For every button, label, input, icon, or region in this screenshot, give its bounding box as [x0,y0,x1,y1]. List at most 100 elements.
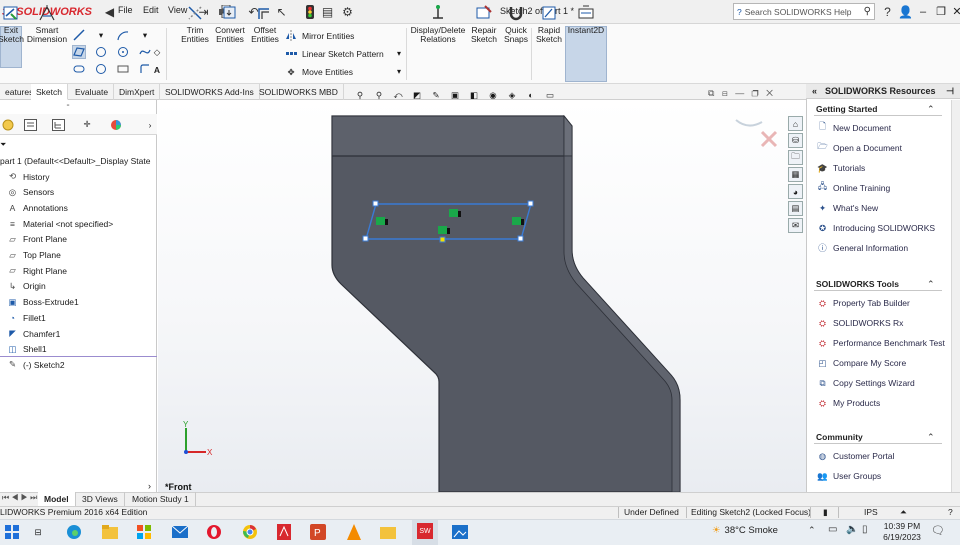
search-input[interactable]: ? Search SOLIDWORKS Help ⚲ [733,3,875,20]
dimxpert-manager-icon[interactable]: ✛ [79,117,95,132]
tree-item[interactable]: ◎ Sensors [6,185,54,200]
task-pane-link[interactable]: ⛭ Property Tab Builder [816,296,910,310]
tree-item[interactable]: ▱ Right Plane [6,263,67,278]
zoom-to-area-icon[interactable]: ⚲ [371,87,387,103]
task-pane-scrollbar[interactable] [951,100,960,492]
task-pane-link[interactable]: ◍ Customer Portal [816,449,895,463]
panel-splitter-handle[interactable]: ⁃ [66,101,70,110]
task-pane-link[interactable]: 🗁 Open a Document [816,141,902,155]
view-settings-icon[interactable]: ▭ [542,87,558,103]
rollback-bar[interactable] [0,356,157,357]
move-entities-button[interactable]: ✥ Move Entities [284,64,353,80]
filter-icon[interactable]: ⏷ [0,140,6,150]
traffic-light-icon[interactable] [302,4,317,19]
opera-icon[interactable] [204,522,224,542]
status-rebuild-icon[interactable]: ▮ [823,507,828,518]
dynamic-annotation-icon[interactable]: ✎ [428,87,444,103]
linear-sketch-pattern-button[interactable]: Linear Sketch Pattern [284,46,384,62]
edge-browser-icon[interactable] [64,522,84,542]
task-pane-section-title[interactable]: Community [816,432,863,442]
pin-pane-icon[interactable]: ⊣ [946,86,954,97]
task-pane-link[interactable]: 🖧 Online Training [816,181,890,195]
exit-sketch-button[interactable]: Exit Sketch [0,2,24,58]
previous-view-icon[interactable]: ⤺ [390,87,406,103]
status-help-icon[interactable]: ? [948,507,953,517]
acrobat-icon[interactable] [274,522,294,542]
vlc-icon[interactable] [344,522,364,542]
mirror-entities-button[interactable]: Mirror Entities [284,28,354,44]
property-manager-icon[interactable] [22,117,38,132]
part-body[interactable] [331,115,681,492]
appearances-tab-icon[interactable]: ◕ [788,184,803,199]
tree-item[interactable]: ≡ Material <not specified> [6,216,113,231]
apply-scene-icon[interactable]: ◐ [523,87,539,103]
offset-entities-button[interactable]: Offset Entities [248,2,282,58]
forum-tab-icon[interactable]: ✉ [788,218,803,233]
trim-entities-button[interactable]: Trim Entities [178,2,212,58]
task-pane-section-title[interactable]: SOLIDWORKS Tools [816,279,899,289]
show-hidden-icons[interactable]: ⌃ [808,525,816,536]
panel-scroll-right-icon[interactable]: › [142,117,158,132]
hide-show-items-icon[interactable]: ◉ [485,87,501,103]
task-pane-link[interactable]: ✦ What's New [816,201,878,215]
viewport-close-icon[interactable]: ✕ [766,88,773,98]
weather-widget[interactable]: ☀ 38°C Smoke [712,525,778,536]
collapse-section-icon[interactable]: ⌃ [927,279,935,290]
tile-view-icon[interactable]: ⧉ [708,88,714,98]
task-pane-link[interactable]: 🗋 New Document [816,121,891,135]
task-pane-link[interactable]: ⓘ General Information [816,241,908,255]
feature-manager-tree-icon[interactable] [0,117,16,132]
network-icon[interactable]: ▭ [828,524,837,535]
ellipse-icon[interactable] [94,62,108,76]
display-manager-icon[interactable] [108,117,124,132]
design-library-tab-icon[interactable]: ⛁ [788,133,803,148]
battery-icon[interactable]: ▯ [862,524,868,535]
task-view-icon[interactable]: ⊟ [28,522,48,542]
viewport-minimize-icon[interactable]: ⊟ [722,88,728,98]
clock[interactable]: 10:39 PM 6/19/2023 [880,521,924,543]
tree-item[interactable]: ▱ Top Plane [6,248,61,263]
smart-dimension-button[interactable]: Smart Dimension [26,2,68,58]
store-icon[interactable] [134,522,154,542]
task-pane-link[interactable]: ◰ Compare My Score [816,356,906,370]
sketch-vertex[interactable] [517,235,524,242]
custom-properties-tab-icon[interactable]: ▤ [788,201,803,216]
tab-nav-icons[interactable]: ⏮ ◀ ▶ ⏭ [2,493,37,503]
tree-item[interactable]: ▣ Boss-Extrude1 [6,295,78,310]
graphics-area[interactable]: Y X [158,100,806,492]
arc-dropdown-icon[interactable]: ▾ [138,28,152,42]
move-dropdown-icon[interactable]: ▾ [397,67,401,76]
line-icon[interactable] [72,28,86,42]
tree-scroll-right-icon[interactable]: › [148,481,151,491]
task-pane-link[interactable]: ⛭ My Products [816,396,880,410]
convert-entities-button[interactable]: Convert Entities [212,2,248,58]
task-pane-link[interactable]: ✪ Introducing SOLIDWORKS [816,221,935,235]
task-pane-section-title[interactable]: Getting Started [816,104,877,114]
repair-sketch-button[interactable]: Repair Sketch [468,2,500,58]
file-properties-icon[interactable]: ▤ [320,4,335,19]
collapse-section-icon[interactable]: ⌃ [927,432,935,443]
configuration-manager-icon[interactable] [50,117,66,132]
explorer-window-icon[interactable] [378,522,398,542]
tree-root-part[interactable]: part 1 (Default<<Default>_Display State [0,153,151,168]
help-icon[interactable]: ? [880,4,895,19]
zoom-to-fit-icon[interactable]: ⚲ [352,87,368,103]
home-tab-icon[interactable]: ⌂ [788,116,803,131]
rectangle-icon[interactable] [72,45,86,59]
viewport-restore-icon[interactable]: ❐ [752,88,759,98]
collapse-menu-icon[interactable]: ◀ [102,4,117,19]
tab-motion-study[interactable]: Motion Study 1 [126,492,196,506]
collapse-pane-icon[interactable]: « [812,86,817,96]
section-view-icon[interactable]: ◩ [409,87,425,103]
pattern-dropdown-icon[interactable]: ▾ [397,49,401,58]
menu-edit[interactable]: Edit [143,5,159,15]
tree-item[interactable]: ◫ Shell1 [6,342,46,357]
tab-model[interactable]: Model [38,492,76,506]
menu-file[interactable]: File [118,5,133,15]
user-icon[interactable]: 👤 [898,4,913,19]
tree-item[interactable]: ⟲ History [6,169,50,184]
confirmation-corner[interactable] [735,119,778,148]
chrome-icon[interactable] [240,522,260,542]
mail-icon[interactable] [170,522,190,542]
viewport-dash-icon[interactable]: — [735,88,744,98]
